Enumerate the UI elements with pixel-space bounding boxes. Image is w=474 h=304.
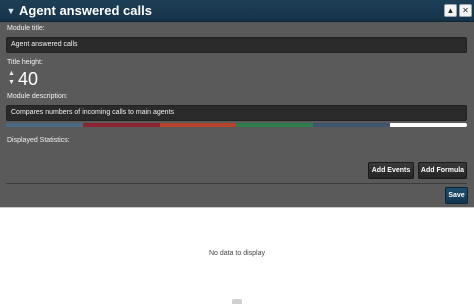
color-palette [6, 123, 467, 127]
settings-panel: Module title: Agent answered calls Title… [0, 22, 474, 207]
module-description-field[interactable]: Compares numbers of incoming calls to ma… [6, 105, 467, 121]
displayed-statistics-label: Displayed Statistics: [7, 137, 70, 144]
window-title: Agent answered calls [19, 3, 152, 18]
title-height-stepper[interactable]: ▲ ▼ [7, 70, 16, 88]
window-titlebar: ▼ Agent answered calls ▲ ✕ [0, 0, 474, 22]
content-area: No data to display [0, 207, 474, 304]
stepper-down-icon[interactable]: ▼ [7, 79, 16, 88]
save-button[interactable]: Save [445, 187, 468, 204]
title-height-label: Title height: [7, 59, 43, 66]
close-icon[interactable]: ✕ [459, 4, 472, 17]
color-swatch-green[interactable] [236, 123, 314, 127]
module-title-label: Module title: [7, 25, 45, 32]
module-description-label: Module description: [7, 93, 68, 100]
empty-state-message: No data to display [208, 250, 266, 257]
color-swatch-red[interactable] [82, 123, 160, 127]
add-events-button[interactable]: Add Events [368, 162, 414, 179]
stepper-up-icon[interactable]: ▲ [7, 70, 16, 79]
color-swatch-navy[interactable] [313, 123, 391, 127]
module-title-field[interactable]: Agent answered calls [6, 37, 467, 53]
color-swatch-white[interactable] [390, 123, 467, 127]
resize-handle[interactable] [232, 299, 242, 304]
pin-icon[interactable]: ▲ [444, 4, 457, 17]
chevron-down-icon[interactable]: ▼ [5, 5, 17, 17]
add-formula-button[interactable]: Add Formula [418, 162, 467, 179]
title-height-value[interactable]: 40 [18, 69, 38, 89]
color-swatch-blue[interactable] [6, 123, 83, 127]
divider [6, 183, 467, 184]
color-swatch-orange[interactable] [159, 123, 237, 127]
